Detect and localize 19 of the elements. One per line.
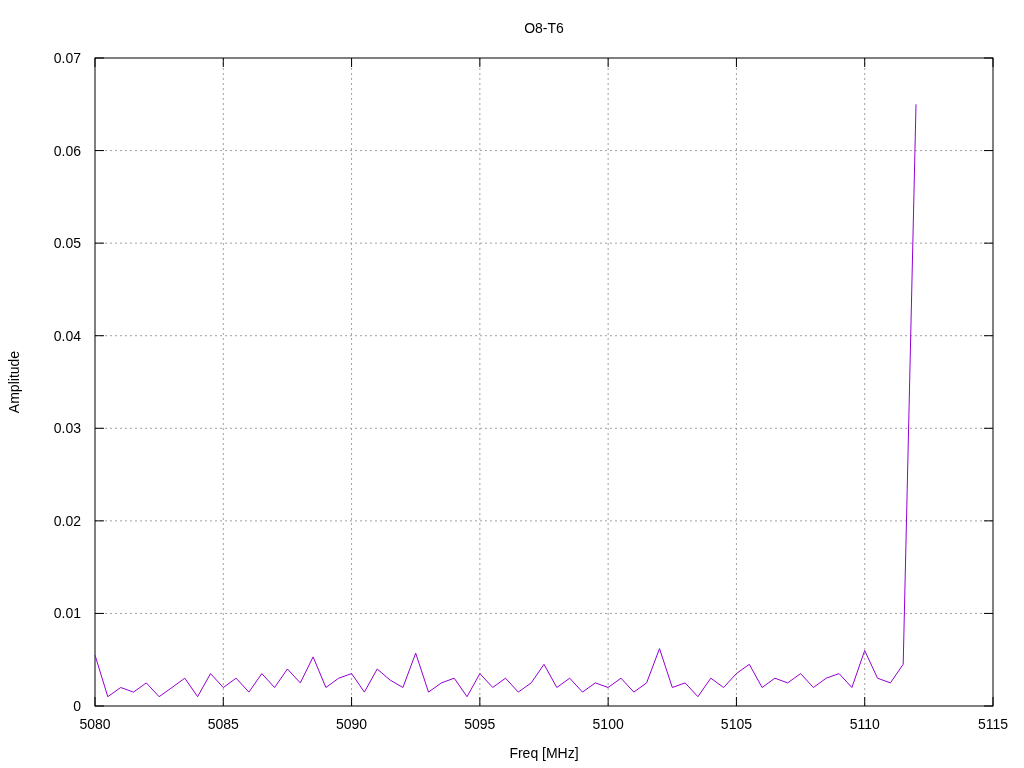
x-tick-label: 5080 [79, 716, 111, 732]
x-tick-label: 5105 [720, 716, 752, 732]
y-axis-label: Amplitude [6, 350, 22, 414]
y-tick-label: 0.01 [53, 605, 81, 622]
x-tick-label: 5090 [336, 716, 368, 732]
x-tick-label: 5085 [207, 716, 239, 732]
x-tick-label: 5115 [977, 716, 1009, 732]
y-tick-label: 0.04 [53, 327, 81, 344]
x-tick-label: 5095 [464, 716, 496, 732]
x-tick-label: 5110 [849, 716, 880, 732]
y-tick-label: 0.07 [53, 50, 81, 66]
y-tick-label: 0.03 [53, 420, 81, 437]
y-tick-label: 0.06 [53, 142, 81, 159]
y-tick-label: 0 [73, 698, 81, 714]
chart-title: O8-T6 [524, 20, 564, 36]
x-axis-label: Freq [MHz] [509, 745, 579, 761]
x-tick-label: 5100 [592, 716, 624, 732]
y-tick-label: 0.02 [53, 512, 81, 529]
y-tick-label: 0.05 [53, 235, 81, 252]
